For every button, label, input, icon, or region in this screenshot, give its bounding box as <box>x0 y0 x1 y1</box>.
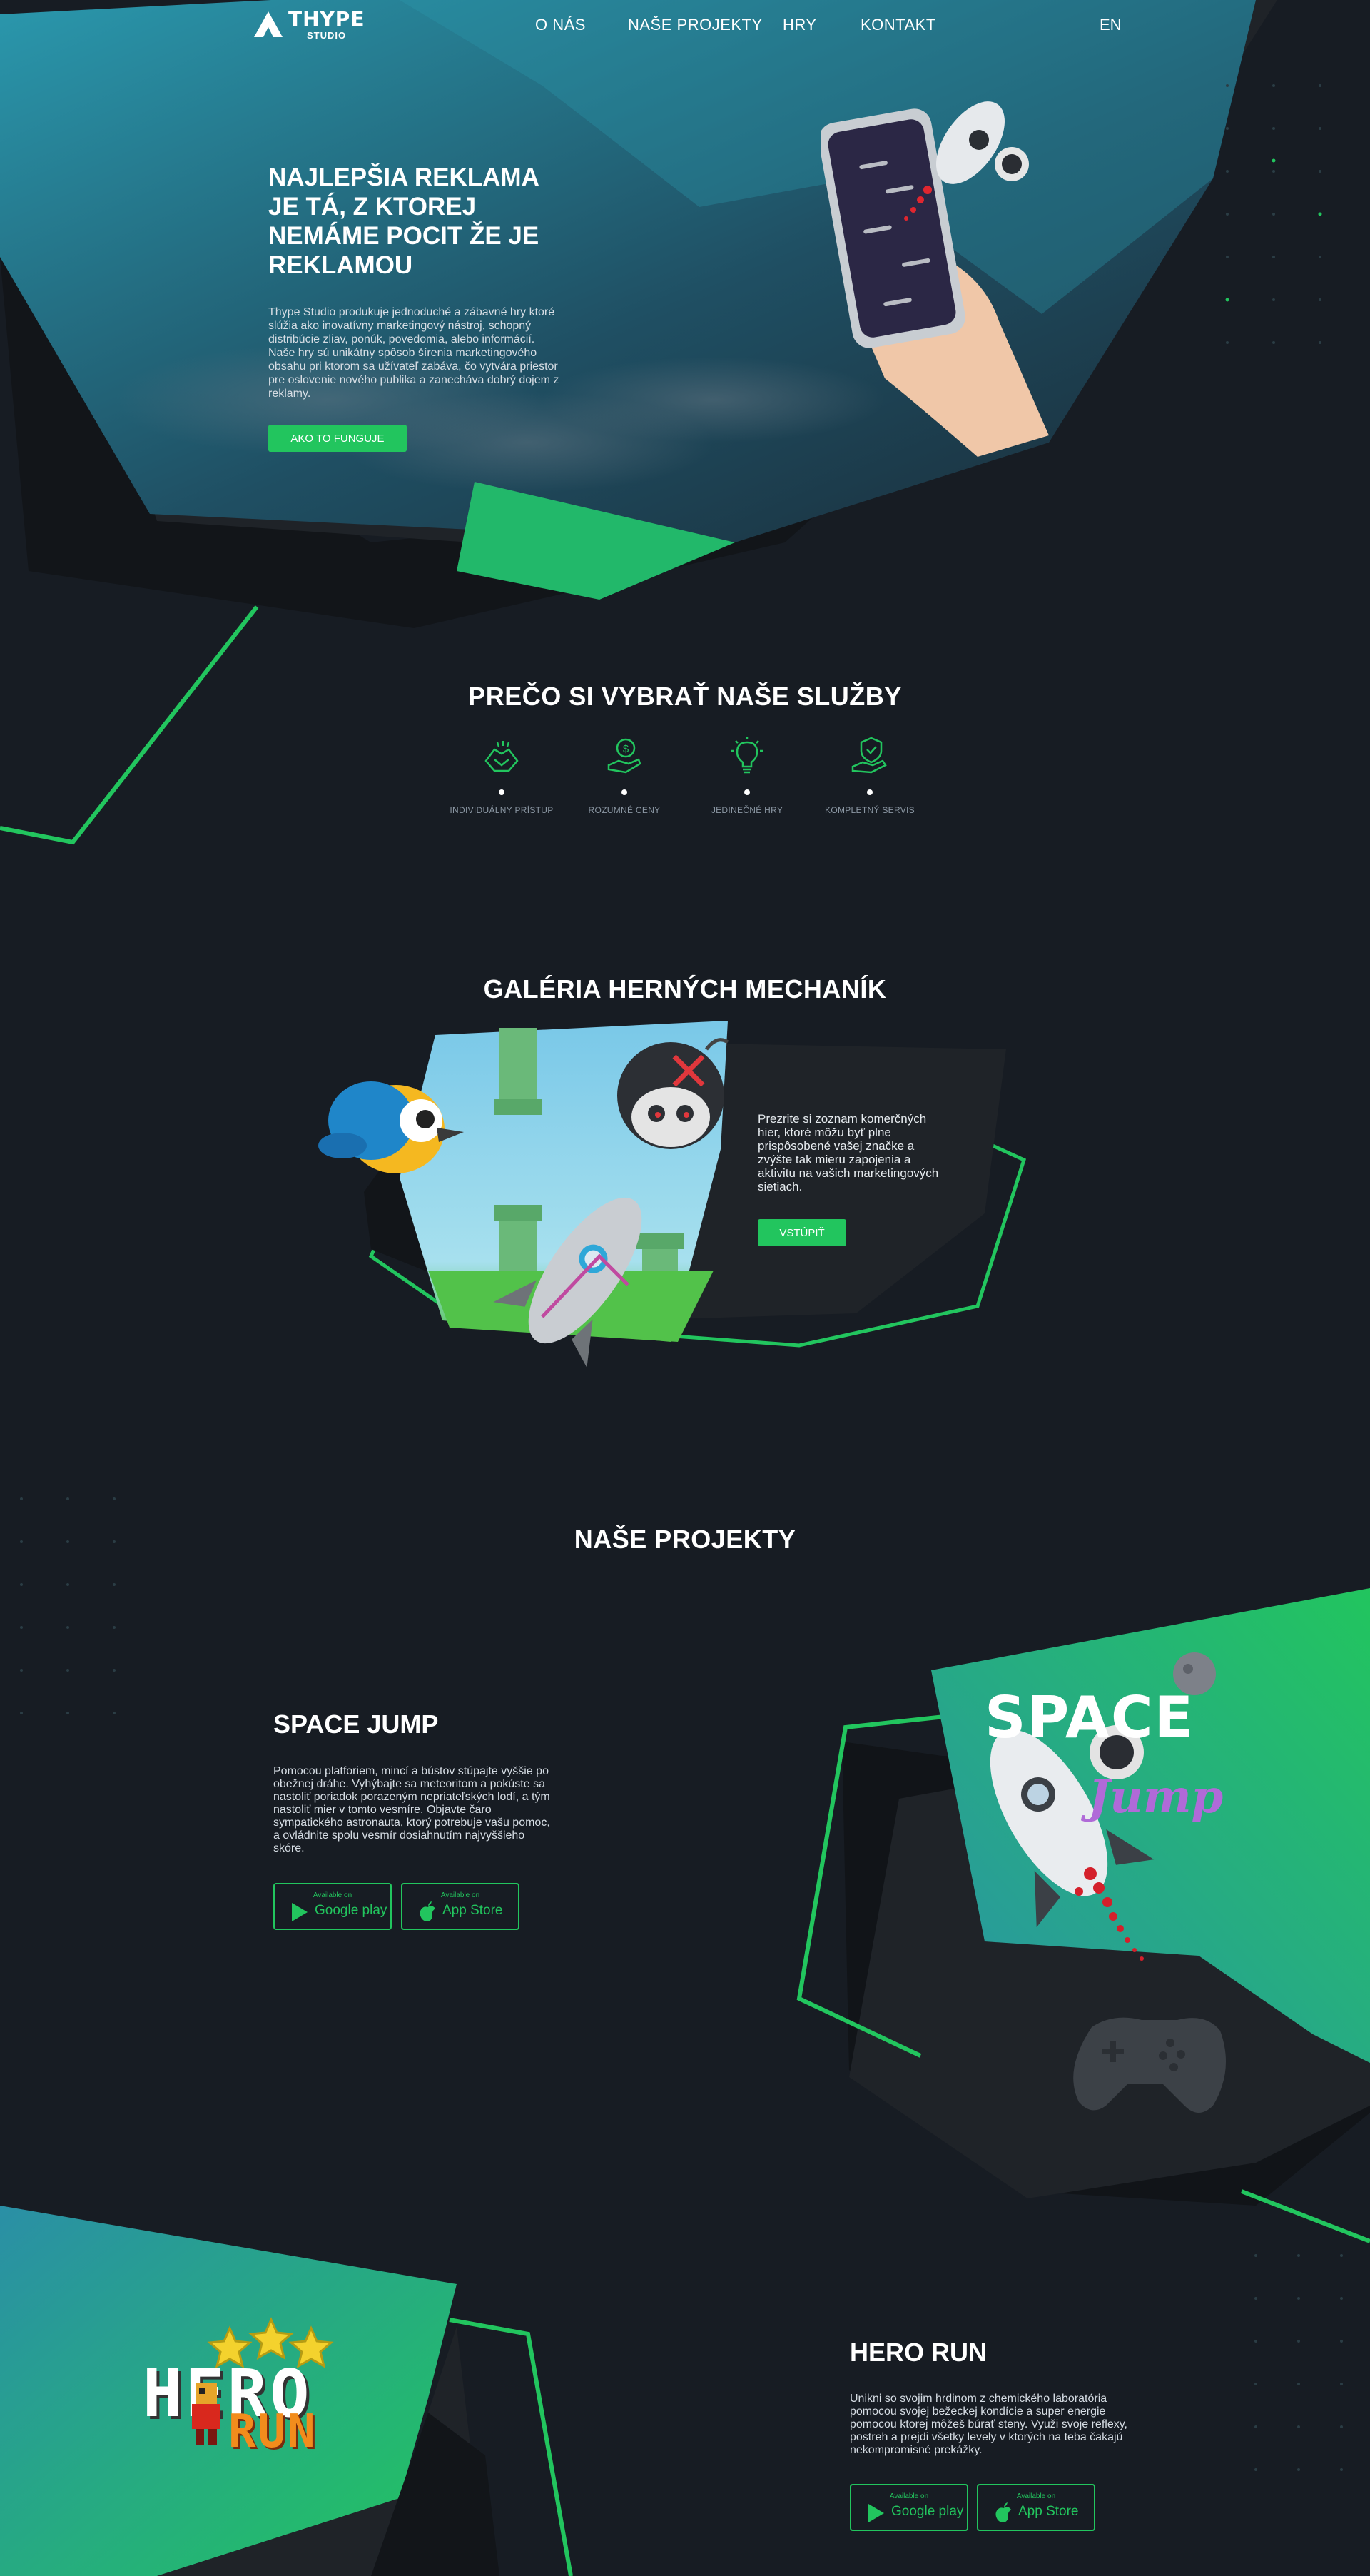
background-decoration <box>0 0 1370 2576</box>
svg-text:$: $ <box>623 743 629 755</box>
hero-phone-illustration <box>821 101 1049 457</box>
hero-title: NAJLEPŠIA REKLAMA JE TÁ, Z KTOREJ NEMÁME… <box>268 163 539 279</box>
how-it-works-button[interactable]: AKO TO FUNGUJE <box>268 425 407 452</box>
hero-character-icon <box>192 2383 220 2445</box>
hero-run-title: HERO RUN <box>850 2338 988 2367</box>
hero-run-description: Unikni so svojim hrdinom z chemického la… <box>850 2393 1127 2456</box>
feature-complete-service: KOMPLETNÝ SERVIS <box>791 735 948 815</box>
apple-icon <box>995 2502 1011 2522</box>
hero-run-logo-line2: RUN <box>228 2405 318 2458</box>
apple-icon <box>420 1901 435 1921</box>
logo-main-text: THYPE <box>288 7 365 31</box>
space-jump-title: SPACE JUMP <box>273 1709 439 1739</box>
nav-item-o-nas[interactable]: O NÁS <box>535 16 586 34</box>
gallery-title: GALÉRIA HERNÝCH MECHANÍK <box>483 974 887 1004</box>
lightbulb-icon <box>731 737 763 774</box>
space-jump-app-store-button[interactable]: Available on App Store <box>401 1883 519 1930</box>
space-jump-logo-line1: SPACE <box>985 1684 1195 1751</box>
logo-triangle-icon <box>254 11 283 37</box>
space-jump-google-play-button[interactable]: Available on Google play <box>273 1883 392 1930</box>
thype-studio-logo[interactable]: THYPE STUDIO <box>254 9 368 41</box>
handshake-icon <box>484 741 519 772</box>
hero-description: Thype Studio produkuje jednoduché a zába… <box>268 306 559 400</box>
space-jump-description: Pomocou platforiem, mincí a bústov stúpa… <box>273 1765 550 1854</box>
hero-run-app-store-button[interactable]: Available on App Store <box>977 2484 1095 2531</box>
shield-hand-icon <box>851 737 887 774</box>
nav-item-hry[interactable]: HRY <box>783 16 817 34</box>
google-play-icon <box>868 2504 884 2522</box>
nav-item-kontakt[interactable]: KONTAKT <box>861 16 936 34</box>
gallery-description: Prezrite si zoznam komerčných hier, ktor… <box>758 1112 939 1193</box>
space-jump-logo-line2: Jump <box>1088 1770 1224 1824</box>
money-hand-icon: $ <box>607 738 641 774</box>
why-us-title: PREČO SI VYBRAŤ NAŠE SLUŽBY <box>468 682 902 711</box>
nav-item-nase-projekty[interactable]: NAŠE PROJEKTY <box>628 16 763 34</box>
google-play-icon <box>292 1903 308 1921</box>
logo-sub-text: STUDIO <box>307 30 347 41</box>
feature-label: KOMPLETNÝ SERVIS <box>825 805 915 815</box>
language-switch[interactable]: EN <box>1100 16 1122 34</box>
hero-run-google-play-button[interactable]: Available on Google play <box>850 2484 968 2531</box>
enter-gallery-button[interactable]: VSTÚPIŤ <box>758 1219 846 1246</box>
projects-title: NAŠE PROJEKTY <box>574 1525 796 1554</box>
